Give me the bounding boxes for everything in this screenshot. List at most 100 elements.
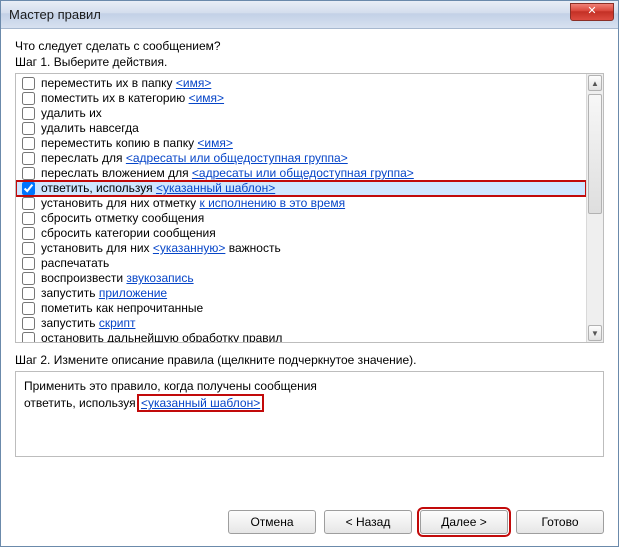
action-pre: запустить: [41, 286, 99, 300]
action-row[interactable]: поместить их в категорию <имя>: [16, 91, 586, 106]
action-checkbox[interactable]: [22, 152, 35, 165]
action-text: переслать вложением для <адресаты или об…: [41, 166, 414, 181]
action-link[interactable]: <адресаты или общедоступная группа>: [192, 166, 414, 180]
description-line-1: Применить это правило, когда получены со…: [24, 378, 595, 395]
action-row[interactable]: ответить, используя <указанный шаблон>: [16, 181, 586, 196]
finish-button[interactable]: Готово: [516, 510, 604, 534]
action-text: установить для них отметку к исполнению …: [41, 196, 345, 211]
cancel-button[interactable]: Отмена: [228, 510, 316, 534]
action-checkbox[interactable]: [22, 317, 35, 330]
action-checkbox[interactable]: [22, 287, 35, 300]
action-checkbox[interactable]: [22, 212, 35, 225]
action-row[interactable]: запустить скрипт: [16, 316, 586, 331]
button-row: Отмена < Назад Далее > Готово: [15, 500, 604, 534]
prompt-text: Что следует сделать с сообщением?: [15, 39, 604, 53]
action-text: запустить приложение: [41, 286, 167, 301]
action-checkbox[interactable]: [22, 137, 35, 150]
description-line-2: ответить, используя <указанный шаблон>: [24, 395, 595, 412]
action-text: запустить скрипт: [41, 316, 135, 331]
action-text: остановить дальнейшую обработку правил: [41, 331, 282, 342]
description-pane: Применить это правило, когда получены со…: [15, 371, 604, 457]
action-checkbox[interactable]: [22, 92, 35, 105]
action-checkbox[interactable]: [22, 167, 35, 180]
action-pre: удалить навсегда: [41, 121, 139, 135]
action-row[interactable]: распечатать: [16, 256, 586, 271]
action-checkbox[interactable]: [22, 257, 35, 270]
action-text: сбросить отметку сообщения: [41, 211, 204, 226]
action-link[interactable]: <указанную>: [153, 241, 226, 255]
action-row[interactable]: остановить дальнейшую обработку правил: [16, 331, 586, 342]
action-text: переместить копию в папку <имя>: [41, 136, 233, 151]
action-checkbox[interactable]: [22, 122, 35, 135]
action-row[interactable]: переместить их в папку <имя>: [16, 76, 586, 91]
action-pre: переслать вложением для: [41, 166, 192, 180]
action-text: распечатать: [41, 256, 109, 271]
action-row[interactable]: переслать для <адресаты или общедоступна…: [16, 151, 586, 166]
action-pre: поместить их в категорию: [41, 91, 189, 105]
scroll-up-button[interactable]: ▲: [588, 75, 602, 91]
action-link[interactable]: <имя>: [176, 76, 211, 90]
action-row[interactable]: переместить копию в папку <имя>: [16, 136, 586, 151]
action-pre: ответить, используя: [41, 181, 156, 195]
action-checkbox[interactable]: [22, 242, 35, 255]
action-link[interactable]: приложение: [99, 286, 167, 300]
back-button[interactable]: < Назад: [324, 510, 412, 534]
step1-label: Шаг 1. Выберите действия.: [15, 55, 604, 69]
action-row[interactable]: переслать вложением для <адресаты или об…: [16, 166, 586, 181]
dialog-body: Что следует сделать с сообщением? Шаг 1.…: [1, 29, 618, 546]
action-link[interactable]: звукозапись: [126, 271, 193, 285]
action-link[interactable]: скрипт: [99, 316, 136, 330]
action-checkbox[interactable]: [22, 197, 35, 210]
action-checkbox[interactable]: [22, 77, 35, 90]
scroll-down-button[interactable]: ▼: [588, 325, 602, 341]
action-row[interactable]: запустить приложение: [16, 286, 586, 301]
action-pre: удалить их: [41, 106, 102, 120]
description-line-2-pre: ответить, используя: [24, 396, 139, 410]
action-row[interactable]: установить для них отметку к исполнению …: [16, 196, 586, 211]
action-checkbox[interactable]: [22, 272, 35, 285]
action-pre: переместить их в папку: [41, 76, 176, 90]
rules-wizard-window: Мастер правил ✕ Что следует сделать с со…: [0, 0, 619, 547]
actions-list[interactable]: переместить их в папку <имя>поместить их…: [16, 74, 586, 342]
action-pre: установить для них отметку: [41, 196, 200, 210]
action-checkbox[interactable]: [22, 182, 35, 195]
action-row[interactable]: воспроизвести звукозапись: [16, 271, 586, 286]
action-text: переместить их в папку <имя>: [41, 76, 211, 91]
action-link[interactable]: <адресаты или общедоступная группа>: [126, 151, 348, 165]
action-row[interactable]: сбросить отметку сообщения: [16, 211, 586, 226]
action-pre: сбросить отметку сообщения: [41, 211, 204, 225]
action-pre: установить для них: [41, 241, 153, 255]
action-link[interactable]: <указанный шаблон>: [156, 181, 275, 195]
action-checkbox[interactable]: [22, 302, 35, 315]
action-pre: запустить: [41, 316, 99, 330]
action-checkbox[interactable]: [22, 227, 35, 240]
action-row[interactable]: пометить как непрочитанные: [16, 301, 586, 316]
scrollbar[interactable]: ▲ ▼: [586, 74, 603, 342]
titlebar: Мастер правил ✕: [1, 1, 618, 29]
action-text: удалить их: [41, 106, 102, 121]
action-pre: остановить дальнейшую обработку правил: [41, 331, 282, 342]
action-text: воспроизвести звукозапись: [41, 271, 194, 286]
close-button[interactable]: ✕: [570, 3, 614, 21]
action-text: поместить их в категорию <имя>: [41, 91, 224, 106]
scroll-thumb[interactable]: [588, 94, 602, 214]
action-pre: распечатать: [41, 256, 109, 270]
action-pre: переместить копию в папку: [41, 136, 197, 150]
template-link[interactable]: <указанный шаблон>: [139, 396, 262, 410]
action-checkbox[interactable]: [22, 332, 35, 342]
action-text: пометить как непрочитанные: [41, 301, 203, 316]
action-link[interactable]: <имя>: [189, 91, 224, 105]
action-text: установить для них <указанную> важность: [41, 241, 281, 256]
action-row[interactable]: сбросить категории сообщения: [16, 226, 586, 241]
close-icon: ✕: [587, 6, 596, 17]
action-link[interactable]: <имя>: [197, 136, 232, 150]
next-button[interactable]: Далее >: [420, 510, 508, 534]
action-text: удалить навсегда: [41, 121, 139, 136]
action-link[interactable]: к исполнению в это время: [200, 196, 346, 210]
action-row[interactable]: установить для них <указанную> важность: [16, 241, 586, 256]
action-row[interactable]: удалить навсегда: [16, 121, 586, 136]
action-checkbox[interactable]: [22, 107, 35, 120]
action-pre: переслать для: [41, 151, 126, 165]
action-row[interactable]: удалить их: [16, 106, 586, 121]
action-pre: пометить как непрочитанные: [41, 301, 203, 315]
